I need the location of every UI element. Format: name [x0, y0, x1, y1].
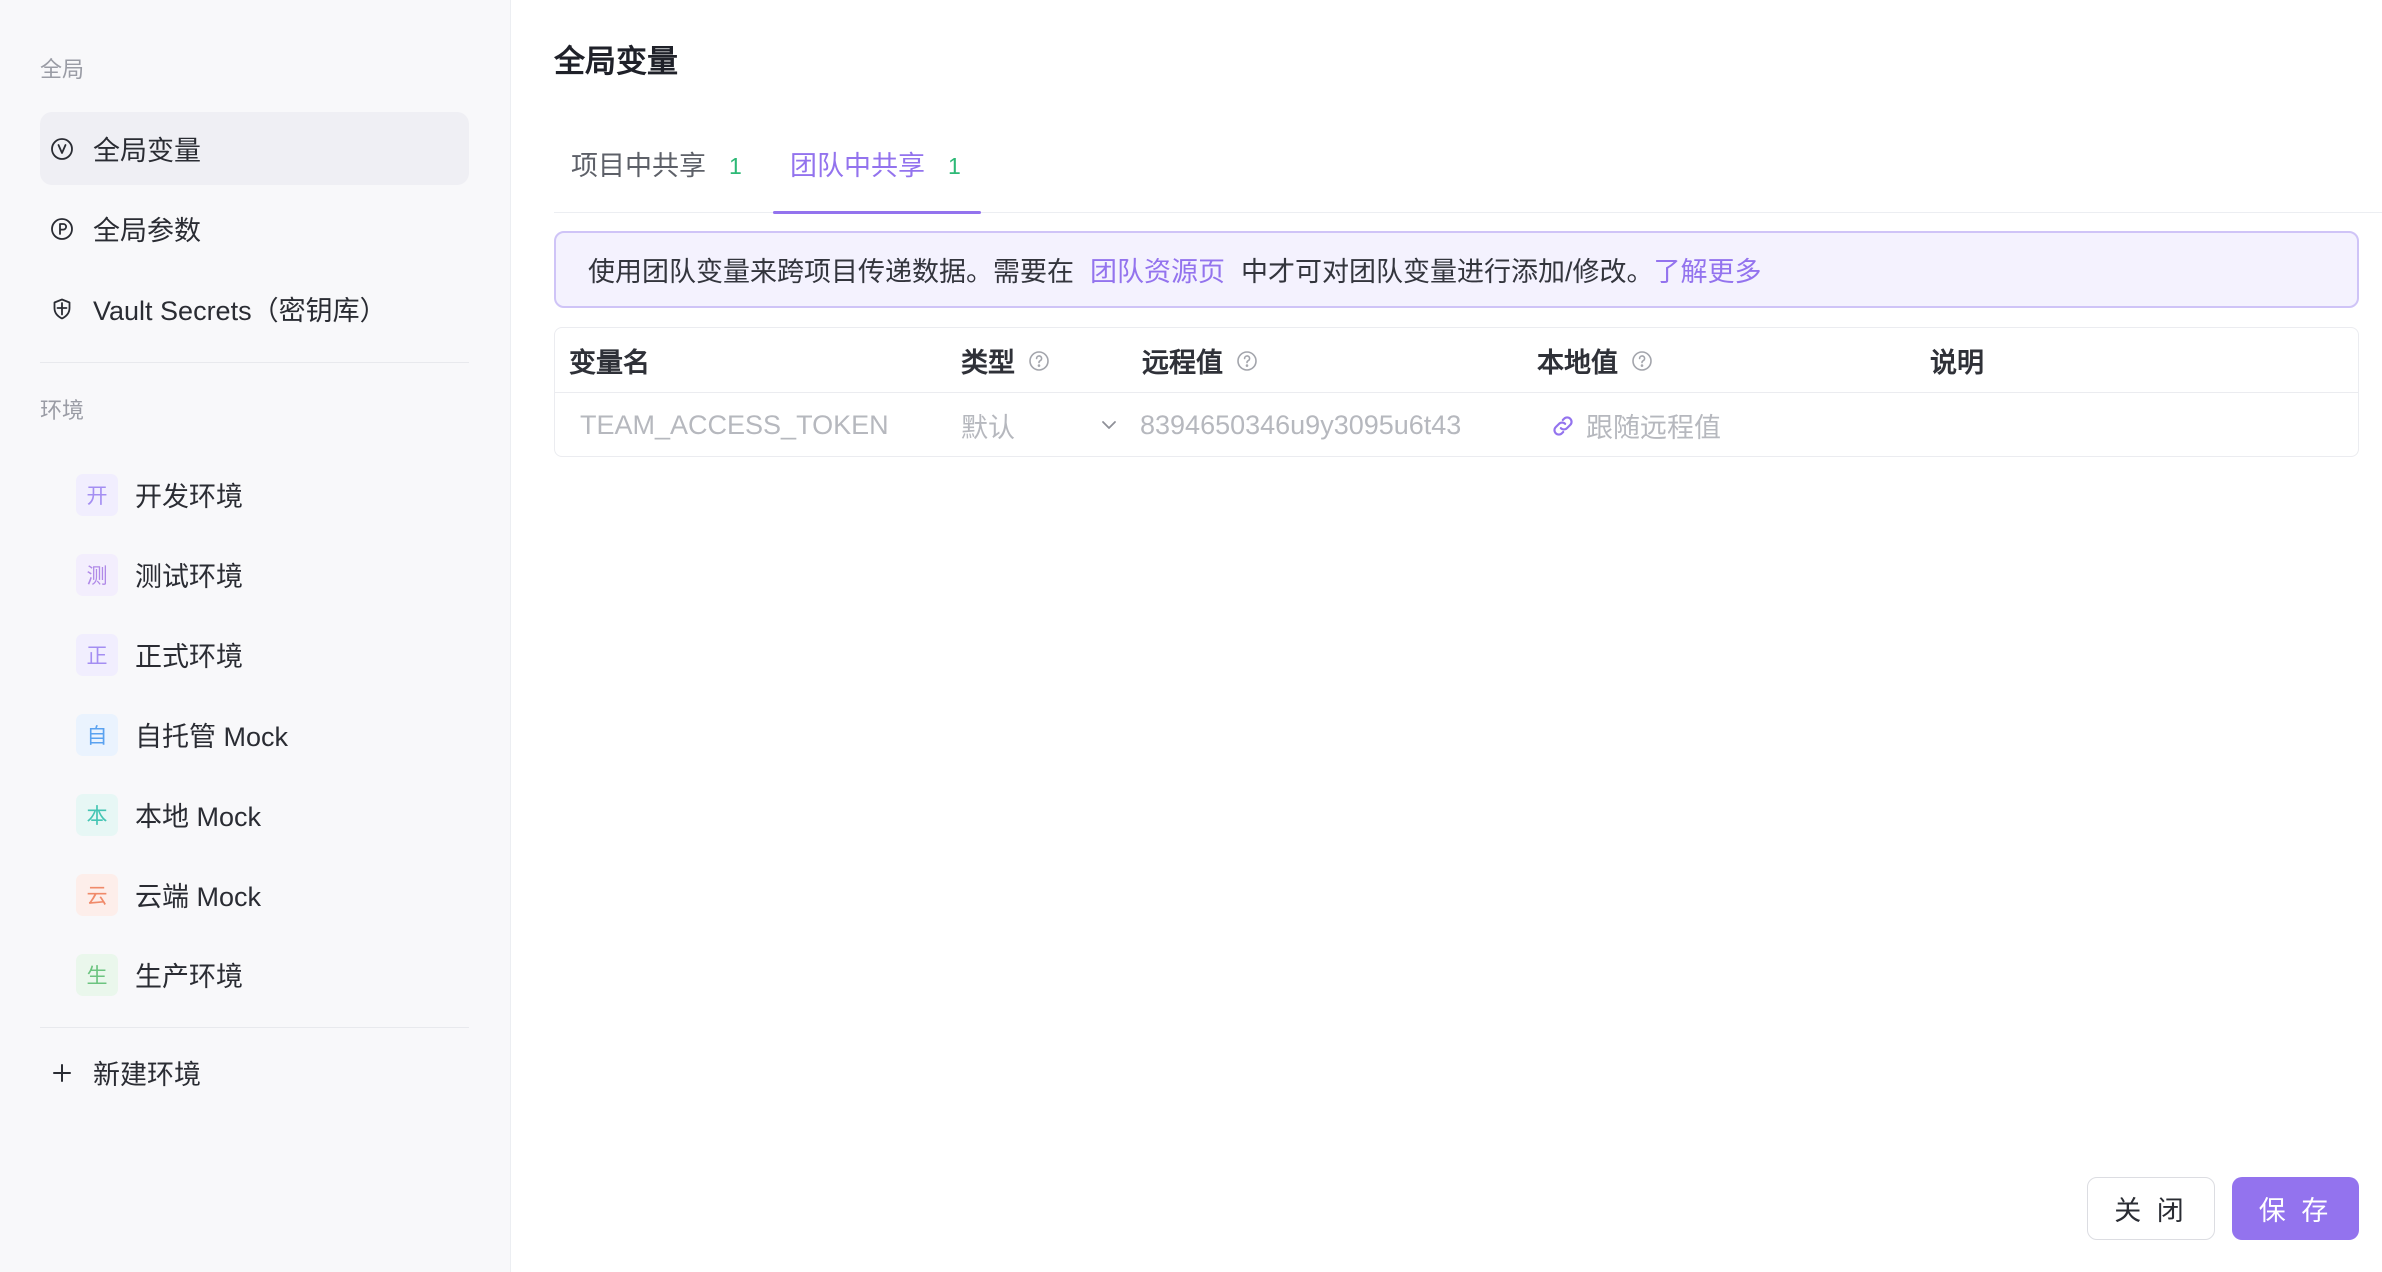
column-header-name: 变量名	[569, 348, 650, 378]
env-badge: 开	[76, 473, 118, 516]
sidebar-divider	[40, 1027, 469, 1028]
variables-table: 变量名 类型 远程值 本地值 说明 TEAM_ACCESS_TOKEN 默认 8…	[554, 327, 2359, 457]
sidebar-item-global-variables[interactable]: 全局变量	[40, 112, 469, 185]
variable-name-cell[interactable]: TEAM_ACCESS_TOKEN	[580, 393, 889, 456]
save-button[interactable]: 保 存	[2232, 1177, 2359, 1240]
sidebar-divider	[40, 362, 469, 363]
column-header-type: 类型	[961, 328, 1051, 393]
close-button[interactable]: 关 闭	[2087, 1177, 2215, 1240]
banner-text: 使用团队变量来跨项目传递数据。需要在	[588, 257, 1074, 287]
sidebar-item-test-env[interactable]: 测 测试环境	[40, 538, 469, 611]
tab-project-shared[interactable]: 项目中共享 1	[554, 140, 773, 213]
v-circle-icon	[50, 137, 74, 161]
tab-label: 项目中共享	[571, 151, 706, 181]
shield-icon	[50, 297, 74, 321]
tab-count-badge: 1	[729, 153, 742, 179]
question-circle-icon[interactable]	[1027, 349, 1051, 373]
column-header-description: 说明	[1930, 348, 1984, 378]
column-header-remote-value: 远程值	[1142, 328, 1259, 393]
new-environment-label: 新建环境	[93, 1060, 201, 1090]
env-badge: 本	[76, 793, 118, 836]
env-section-label: 环境	[40, 398, 85, 423]
env-badge: 生	[76, 953, 118, 996]
sidebar-item-label: 本地 Mock	[135, 802, 262, 832]
column-header-local-value: 本地值	[1537, 328, 1654, 393]
sidebar-item-vault-secrets[interactable]: Vault Secrets（密钥库）	[40, 272, 469, 345]
sidebar-item-cloud-mock[interactable]: 云 云端 Mock	[40, 858, 469, 931]
table-row: TEAM_ACCESS_TOKEN 默认 8394650346u9y3095u6…	[555, 393, 2358, 456]
env-badge: 测	[76, 553, 118, 596]
sidebar-item-label: 自托管 Mock	[135, 722, 289, 752]
link-icon	[1550, 413, 1576, 439]
p-circle-icon	[50, 217, 74, 241]
sidebar-item-formal-env[interactable]: 正 正式环境	[40, 618, 469, 691]
learn-more-link[interactable]: 了解更多	[1654, 250, 1762, 289]
info-banner: 使用团队变量来跨项目传递数据。需要在 团队资源页 中才可对团队变量进行添加/修改…	[554, 231, 2359, 308]
tab-count-badge: 1	[948, 153, 961, 179]
env-badge: 自	[76, 713, 118, 756]
sidebar-item-self-hosted-mock[interactable]: 自 自托管 Mock	[40, 698, 469, 771]
environment-nav: 开 开发环境 测 测试环境 正 正式环境 自 自托管 Mock 本 本地 Moc…	[40, 458, 469, 1011]
sidebar-item-label: 正式环境	[135, 642, 243, 672]
sidebar-item-label: Vault Secrets（密钥库）	[93, 296, 387, 326]
global-section-label: 全局	[40, 57, 85, 82]
sidebar-item-label: 云端 Mock	[135, 882, 262, 912]
tab-bar: 项目中共享 1 团队中共享 1	[554, 140, 2382, 214]
sidebar-item-dev-env[interactable]: 开 开发环境	[40, 458, 469, 531]
remote-value-cell[interactable]: 8394650346u9y3095u6t43	[1140, 393, 1514, 456]
sidebar-item-label: 测试环境	[135, 562, 243, 592]
tab-label: 团队中共享	[790, 151, 925, 181]
env-badge: 云	[76, 873, 118, 916]
global-nav: 全局变量 全局参数 Vault Secrets（密钥库）	[40, 112, 469, 345]
sidebar-item-global-params[interactable]: 全局参数	[40, 192, 469, 265]
sidebar-item-label: 全局变量	[93, 136, 201, 166]
local-value-cell[interactable]: 跟随远程值	[1550, 393, 1721, 456]
sidebar-item-local-mock[interactable]: 本 本地 Mock	[40, 778, 469, 851]
env-badge: 正	[76, 633, 118, 676]
sidebar-item-prod-env[interactable]: 生 生产环境	[40, 938, 469, 1011]
chevron-down-icon	[1098, 414, 1120, 436]
table-header: 变量名 类型 远程值 本地值 说明	[555, 328, 2358, 393]
team-resource-link[interactable]: 团队资源页	[1090, 250, 1225, 289]
sidebar-item-label: 开发环境	[135, 482, 243, 512]
sidebar-item-label: 全局参数	[93, 216, 201, 246]
sidebar: 全局 全局变量 全局参数 Vault Secrets（密钥库） 环境 开 开发环…	[0, 0, 511, 1272]
question-circle-icon[interactable]	[1630, 349, 1654, 373]
question-circle-icon[interactable]	[1235, 349, 1259, 373]
variable-type-select[interactable]: 默认	[961, 393, 1121, 456]
sidebar-item-label: 生产环境	[135, 962, 243, 992]
tab-team-shared[interactable]: 团队中共享 1	[773, 140, 981, 214]
page-title: 全局变量	[554, 44, 678, 79]
plus-icon	[51, 1062, 73, 1084]
banner-text: 中才可对团队变量进行添加/修改。	[1241, 257, 1654, 287]
new-environment-button[interactable]: 新建环境	[40, 1036, 469, 1109]
